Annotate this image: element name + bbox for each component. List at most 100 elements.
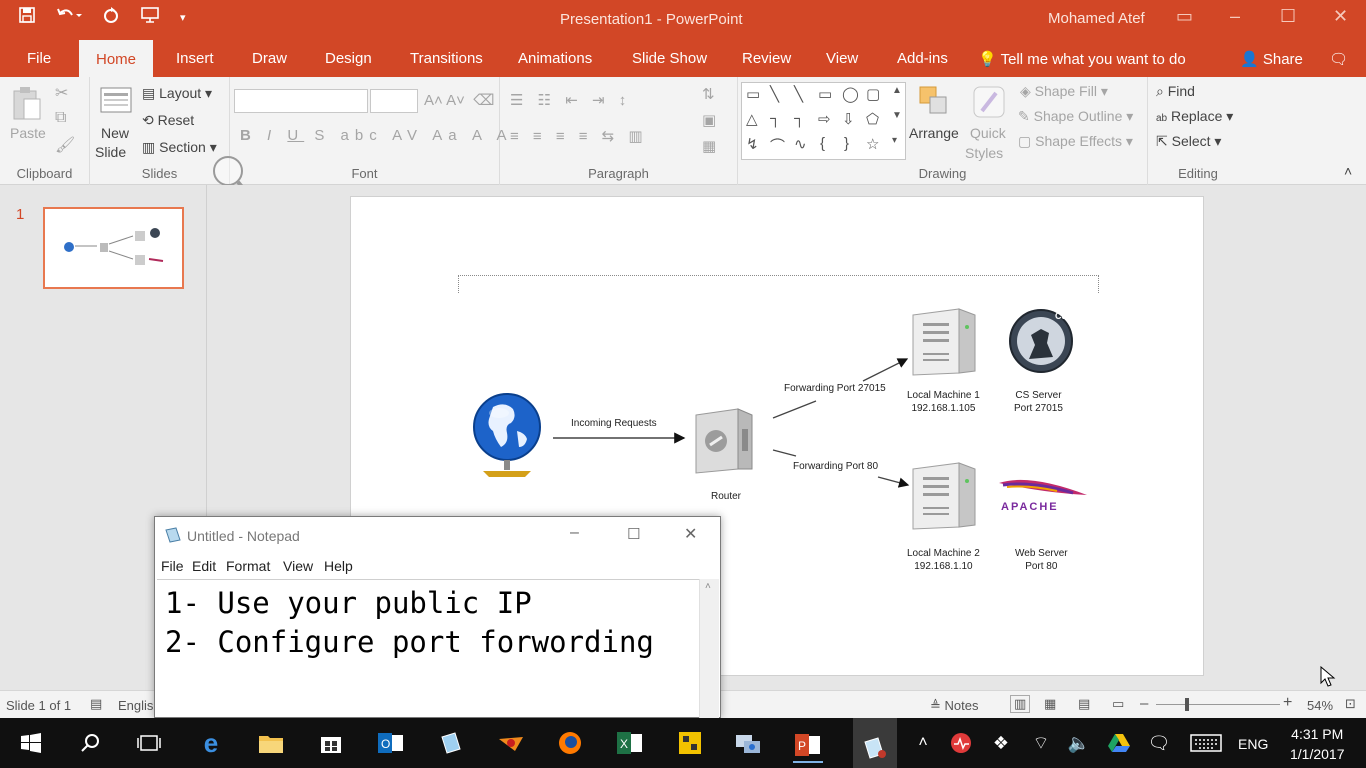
zoom-in-button[interactable]: + [1283,694,1292,712]
font-size-box[interactable] [370,89,418,113]
tab-review[interactable]: Review [742,50,791,67]
network-app-icon[interactable] [733,728,763,758]
redo-icon[interactable] [102,6,120,29]
shapes-gallery[interactable]: ▭ ╲ ╲ ▭ ◯ ▢ △ ┐ ┐ ⇨ ⇩ ⬠ ↯ ⌒ ∿ { } ☆ ▲ ▼ … [741,82,906,160]
dropbox-icon[interactable]: ❖ [986,728,1016,758]
notepad-scrollbar[interactable]: ˄ [699,579,719,719]
input-language[interactable]: ENG [1238,736,1268,752]
notepad-active-taskbar-icon[interactable] [853,718,897,768]
freeform-shape-icon[interactable]: ↯ [746,135,759,153]
zoom-slider-thumb[interactable] [1185,698,1189,711]
align-text-icon[interactable]: ▣ [702,111,716,129]
language-status[interactable]: Englis [118,698,153,713]
show-hidden-icons[interactable]: ˄ [908,728,938,758]
font-name-box[interactable] [234,89,368,113]
notepad-text-area[interactable]: 1- Use your public IP 2- Configure port f… [157,579,700,719]
tab-slide-show[interactable]: Slide Show [632,50,707,67]
clock[interactable]: 4:31 PM 1/1/2017 [1290,724,1345,764]
new-slide-label-1[interactable]: New [101,125,129,141]
layout-button[interactable]: ▤ Layout ▾ [142,85,212,102]
shape-fill-button[interactable]: ◈ Shape Fill ▾ [1020,83,1108,100]
outlook-icon[interactable]: O [376,728,406,758]
windows-start-icon[interactable] [16,728,46,758]
arc-shape-icon[interactable]: ⌒ [770,135,785,156]
notepad-title-bar[interactable]: Untitled - Notepad – ☐ ✕ [155,517,720,555]
new-slide-icon[interactable] [100,85,132,116]
file-explorer-icon[interactable] [256,728,286,758]
customize-qat-icon[interactable]: ▾ [180,11,186,24]
firefox-icon[interactable] [555,728,585,758]
tab-view[interactable]: View [826,50,858,67]
notepad-menu-edit[interactable]: Edit [192,558,216,574]
store-icon[interactable] [316,728,346,758]
elbow-connector-icon[interactable]: ┐ [770,110,781,127]
zoom-out-button[interactable]: – [1140,695,1148,712]
keyboard-icon[interactable] [1188,728,1224,758]
font-format-buttons[interactable]: B I U S abc AV Aa A A [240,127,513,144]
textbox-shape-icon[interactable]: ▭ [746,85,760,103]
tab-draw[interactable]: Draw [252,50,287,67]
down-arrow-shape-icon[interactable]: ⇩ [842,110,855,128]
notepad-taskbar-icon[interactable] [436,728,466,758]
tell-me-box[interactable]: 💡 Tell me what you want to do [978,50,1186,68]
triangle-shape-icon[interactable]: △ [746,110,758,128]
spell-check-icon[interactable]: ▤ [90,696,102,712]
close-button[interactable]: ✕ [1333,6,1348,27]
gallery-down-icon[interactable]: ▼ [892,110,902,121]
notifications-icon[interactable]: 🗨 [1144,728,1174,758]
notepad-minimize-button[interactable]: – [570,524,579,542]
arrange-icon[interactable] [918,85,950,120]
tab-add-ins[interactable]: Add-ins [897,50,948,67]
line-shape-icon[interactable]: ╲ [770,85,779,103]
quick-styles-icon[interactable] [972,85,1006,122]
right-arrow-shape-icon[interactable]: ⇨ [818,110,831,128]
star-shape-icon[interactable]: ☆ [866,135,879,153]
start-from-beginning-icon[interactable] [140,6,160,29]
reading-view-icon[interactable]: ▤ [1078,696,1090,712]
fit-to-window-icon[interactable]: ⊡ [1345,696,1356,712]
user-name[interactable]: Mohamed Atef [1048,10,1145,27]
shape-effects-button[interactable]: ▢ Shape Effects ▾ [1018,133,1133,150]
slide-sorter-icon[interactable]: ▦ [1044,696,1056,712]
text-direction-icon[interactable]: ⇅ [702,85,715,103]
paste-icon[interactable] [12,85,42,123]
copy-icon[interactable]: ⧉ [55,109,66,127]
paste-label[interactable]: Paste [10,125,46,141]
cut-icon[interactable]: ✂ [55,83,68,103]
edge-browser-icon[interactable]: e [196,728,226,758]
gallery-more-icon[interactable]: ▾ [892,135,897,146]
scroll-up-icon[interactable]: ˄ [705,581,711,592]
section-button[interactable]: ▥ Section ▾ [142,139,217,156]
task-view-icon[interactable] [134,728,164,758]
oval-shape-icon[interactable]: ◯ [842,85,859,103]
curve-shape-icon[interactable]: ∿ [794,135,807,153]
wifi-icon[interactable]: ⌔ [1026,728,1056,758]
undo-icon[interactable] [56,6,82,29]
tab-home[interactable]: Home [79,40,154,77]
list-buttons[interactable]: ☰ ☷ ⇤ ⇥ ↕ [510,91,631,109]
game-app-icon[interactable] [496,728,526,758]
tab-file[interactable]: File [27,50,51,67]
tab-transitions[interactable]: Transitions [410,50,483,67]
tab-design[interactable]: Design [325,50,372,67]
notepad-menu-help[interactable]: Help [324,558,353,574]
google-drive-icon[interactable] [1104,728,1134,758]
notepad-close-button[interactable]: ✕ [684,524,697,544]
shape-outline-button[interactable]: ✎ Shape Outline ▾ [1018,108,1133,125]
tab-animations[interactable]: Animations [518,50,592,67]
tab-insert[interactable]: Insert [176,50,214,67]
format-painter-icon[interactable]: 🖌 [55,135,75,155]
callout-shape-icon[interactable]: ⬠ [866,110,879,128]
notes-button[interactable]: ≜ Notes [930,698,979,714]
utility-app-icon[interactable] [675,728,705,758]
notepad-maximize-button[interactable]: ☐ [627,525,640,543]
rectangle-shape-icon[interactable]: ▭ [818,85,832,103]
slide-thumbnail[interactable] [43,207,184,289]
reset-button[interactable]: ⟲ Reset [142,112,194,129]
recording-tray-icon[interactable] [946,728,976,758]
notepad-menu-view[interactable]: View [283,558,313,574]
find-button[interactable]: ⌕ Find [1156,83,1195,100]
slideshow-view-icon[interactable]: ▭ [1112,696,1124,712]
replace-button[interactable]: ab Replace ▾ [1156,108,1233,125]
notepad-window[interactable]: Untitled - Notepad – ☐ ✕ File Edit Forma… [154,516,721,719]
